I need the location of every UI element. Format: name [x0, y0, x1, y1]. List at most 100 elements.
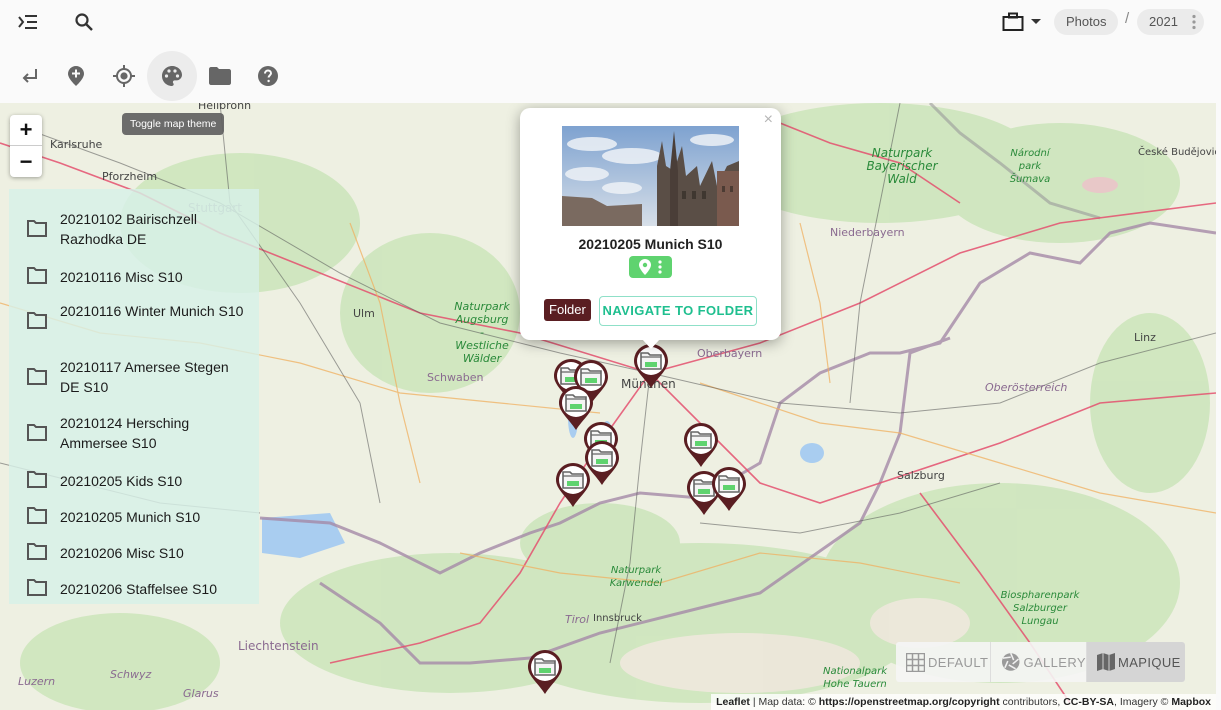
folder-icon [209, 67, 231, 85]
add-location-icon [68, 66, 84, 86]
top-app-bar: Photos / 2021 [0, 0, 1221, 48]
folder-list-item[interactable]: 20210102 Bairischzell Razhodka DE [9, 209, 259, 249]
folder-name: 20210117 Amersee Stegen DE S10 [60, 359, 229, 395]
map-label: Schwyz [110, 668, 152, 681]
folder-name: 20210116 Winter Munich S10 [60, 303, 244, 319]
chevron-down-icon [1031, 19, 1041, 24]
grid-icon [906, 652, 925, 672]
zoom-out-button[interactable]: − [10, 146, 42, 177]
folder-thumbnail[interactable] [562, 126, 739, 226]
breadcrumb-separator: / [1125, 10, 1130, 27]
map-edge [1216, 103, 1221, 710]
view-mapique-button[interactable]: MAPIQUE [1087, 642, 1185, 682]
briefcase-icon [1002, 12, 1024, 31]
map-label: Naturpark Bayerischer Wald [866, 146, 938, 186]
folder-marker[interactable] [555, 462, 591, 508]
map-label: Pforzheim [102, 170, 158, 183]
briefcase-menu-button[interactable] [995, 0, 1049, 44]
folder-name: 20210102 Bairischzell Razhodka DE [60, 211, 197, 247]
map-label: Linz [1134, 331, 1156, 344]
view-gallery-button[interactable]: GALLERY [991, 642, 1087, 682]
map-theme-button[interactable] [147, 51, 197, 101]
gps-target-icon [113, 65, 135, 87]
map-label: Karlsruhe [50, 138, 103, 151]
folder-list-item[interactable]: 20210117 Amersee Stegen DE S10 [9, 357, 259, 397]
folder-marker[interactable] [527, 649, 563, 695]
folder-marker[interactable] [711, 466, 747, 512]
map-label: Niederbayern [830, 226, 905, 239]
folder-outline-icon [27, 543, 47, 560]
back-button[interactable] [8, 54, 52, 98]
folder-outline-icon [27, 424, 47, 441]
folder-name: 20210116 Misc S10 [60, 269, 183, 285]
view-default-button[interactable]: DEFAULT [896, 642, 991, 682]
zoom-control: + − [10, 115, 42, 177]
map-label: Luzern [18, 675, 56, 688]
leaflet-link[interactable]: Leaflet [716, 696, 750, 708]
map-label: Biospharenpark Salzburger Lungau [1000, 590, 1080, 627]
map-icon [1097, 653, 1115, 671]
popup-close-button[interactable]: × [764, 111, 773, 129]
menu-open-button[interactable] [6, 0, 50, 44]
folder-list-panel: 20210102 Bairischzell Razhodka DE 202101… [9, 189, 259, 604]
zoom-in-button[interactable]: + [10, 115, 42, 146]
map-label: Ulm [353, 307, 375, 320]
return-icon [22, 69, 37, 83]
aperture-icon [1001, 652, 1020, 671]
folder-name: 20210205 Munich S10 [60, 509, 201, 525]
folder-outline-icon [27, 312, 47, 329]
folder-list-item[interactable]: 20210206 Staffelsee S10 [9, 577, 259, 599]
mapbox-link[interactable]: Mapbox [1171, 696, 1211, 708]
more-vertical-icon [658, 260, 662, 274]
location-pin-icon [639, 259, 651, 275]
more-vertical-icon[interactable] [1191, 14, 1197, 30]
help-icon [258, 66, 278, 86]
folder-name: 20210205 Kids S10 [60, 473, 183, 489]
map-label: Schwaben [427, 371, 484, 384]
type-chip: Folder [544, 299, 591, 321]
license-link[interactable]: CC-BY-SA [1063, 696, 1114, 708]
navigate-to-folder-button[interactable]: NAVIGATE TO FOLDER [599, 296, 757, 326]
map-label: Tirol [565, 613, 590, 626]
breadcrumb-photos[interactable]: Photos [1054, 9, 1119, 35]
search-button[interactable] [62, 0, 106, 44]
map-label: Heilbronn [198, 103, 252, 112]
osm-link[interactable]: https://openstreetmap.org/copyright [819, 696, 1000, 708]
attribution-text: contributors, [999, 696, 1064, 708]
folder-marker[interactable] [683, 422, 719, 468]
folder-outline-icon [27, 507, 47, 524]
folder-list-item[interactable]: 20210116 Misc S10 [9, 265, 259, 287]
view-mapique-label: MAPIQUE [1118, 654, 1181, 670]
breadcrumb-2021-label: 2021 [1149, 14, 1178, 29]
folder-list-item[interactable]: 20210116 Winter Munich S10 [9, 301, 259, 341]
help-button[interactable] [246, 54, 290, 98]
map-attribution: Leaflet | Map data: © https://openstreet… [711, 694, 1216, 710]
add-location-button[interactable] [54, 54, 98, 98]
location-pin-button[interactable] [629, 256, 672, 278]
popup-tip [642, 339, 660, 349]
map-label: Oberbayern [697, 347, 763, 360]
my-location-button[interactable] [102, 54, 146, 98]
folder-list-item[interactable]: 20210206 Misc S10 [9, 541, 259, 563]
map-label: Národní park Šumava [1009, 148, 1051, 185]
folder-marker-icon [684, 423, 718, 467]
folders-button[interactable] [198, 54, 242, 98]
map-label: Naturpark Karwendel [609, 565, 663, 589]
folder-marker[interactable] [633, 343, 669, 389]
map-label: Naturpark Augsburg - Westliche Wälder [454, 300, 510, 365]
view-switcher: DEFAULT GALLERY MAPIQUE [896, 642, 1185, 682]
folder-marker-icon [634, 344, 668, 388]
map-label: Glarus [183, 687, 219, 700]
folder-outline-icon [27, 220, 47, 237]
search-icon [75, 13, 93, 31]
map-view[interactable]: Heilbronn Karlsruhe Pforzheim Stuttgart … [0, 103, 1216, 710]
menu-open-icon [18, 15, 37, 29]
folder-popup: × 20210205 Munich S10 Folder NAVIGATE TO… [520, 108, 781, 340]
thumbnail-image [562, 126, 739, 226]
map-label: České Budějovice [1138, 147, 1216, 158]
attribution-text: | Map data: © [749, 696, 819, 708]
folder-list-item[interactable]: 20210205 Kids S10 [9, 469, 259, 491]
folder-list-item[interactable]: 20210124 Hersching Ammersee S10 [9, 413, 259, 453]
folder-list-item[interactable]: 20210205 Munich S10 [9, 505, 259, 527]
folder-name: 20210124 Hersching Ammersee S10 [60, 415, 190, 451]
